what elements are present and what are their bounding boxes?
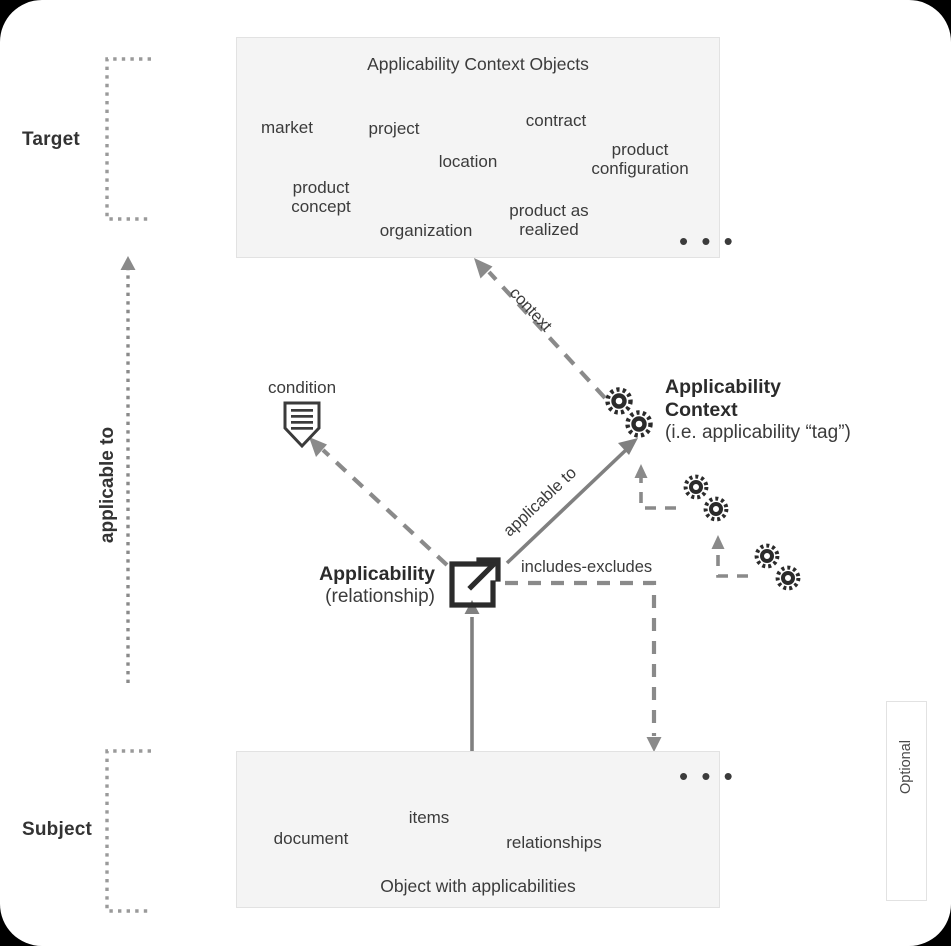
target-side-label: Target — [22, 129, 80, 150]
target-panel-title: Applicability Context Objects — [367, 54, 589, 74]
target-item-label-market: market — [261, 118, 313, 137]
ac-double-gear-icon — [605, 387, 653, 438]
applicability-node-title: Applicability — [319, 563, 435, 585]
subject-panel-title: Object with applicabilities — [380, 876, 576, 896]
applicability-context-subtitle: (i.e. applicability “tag”) — [665, 422, 851, 443]
target-panel-ellipsis: • • • — [679, 226, 736, 256]
applicability-context-node-label: Applicability Context (i.e. applicabilit… — [665, 376, 935, 444]
external-link-square-icon — [449, 557, 501, 608]
legend-optional-label-wrap: Optional — [866, 740, 946, 794]
includes-excludes-edge — [505, 580, 662, 752]
subject-item-label-relationships: relationships — [506, 833, 602, 852]
condition-node-label: condition — [267, 378, 337, 397]
target-item-label-product-as-realized: product as realized — [509, 201, 589, 240]
target-item-label-product-configuration: product configuration — [591, 140, 689, 179]
applicability-node-label: Applicability (relationship) — [245, 563, 435, 609]
tag-chain-edge-2 — [634, 464, 676, 510]
applicable-to-axis-label-wrap: applicable to — [48, 427, 168, 543]
diagram-canvas: Applicability Context Objects market pro… — [0, 0, 951, 946]
target-item-label-project: project — [368, 119, 420, 138]
legend-optional-label: Optional — [898, 740, 914, 795]
tag-3-double-gear-icon — [754, 543, 801, 591]
subject-item-label-document: document — [273, 829, 349, 848]
subject-side-label: Subject — [22, 819, 93, 840]
tag-chain-edge-3 — [711, 535, 748, 578]
target-item-label-organization: organization — [379, 221, 473, 240]
applicability-context-title-line2: Context — [665, 399, 738, 421]
condition-edge — [309, 437, 449, 567]
applicability-context-title-line1: Applicability — [665, 376, 781, 398]
target-item-label-contract: contract — [525, 111, 587, 130]
subject-item-label-items: items — [408, 808, 450, 827]
applicable-to-axis-label: applicable to — [97, 426, 118, 544]
tag-2-double-gear-icon — [683, 474, 729, 522]
target-bracket — [105, 57, 151, 221]
subject-to-applicability-edge — [464, 600, 480, 752]
target-item-label-location: location — [438, 152, 498, 171]
subject-bracket — [105, 749, 151, 913]
target-item-label-product-concept: product concept — [291, 178, 351, 217]
applicability-node-subtitle: (relationship) — [325, 586, 435, 608]
includes-excludes-edge-label: includes-excludes — [521, 558, 653, 576]
context-edge-label-wrap: context — [506, 284, 609, 335]
subject-panel-ellipsis: • • • — [679, 761, 736, 791]
applicable-to-edge-label-wrap: applicable to — [500, 464, 640, 553]
